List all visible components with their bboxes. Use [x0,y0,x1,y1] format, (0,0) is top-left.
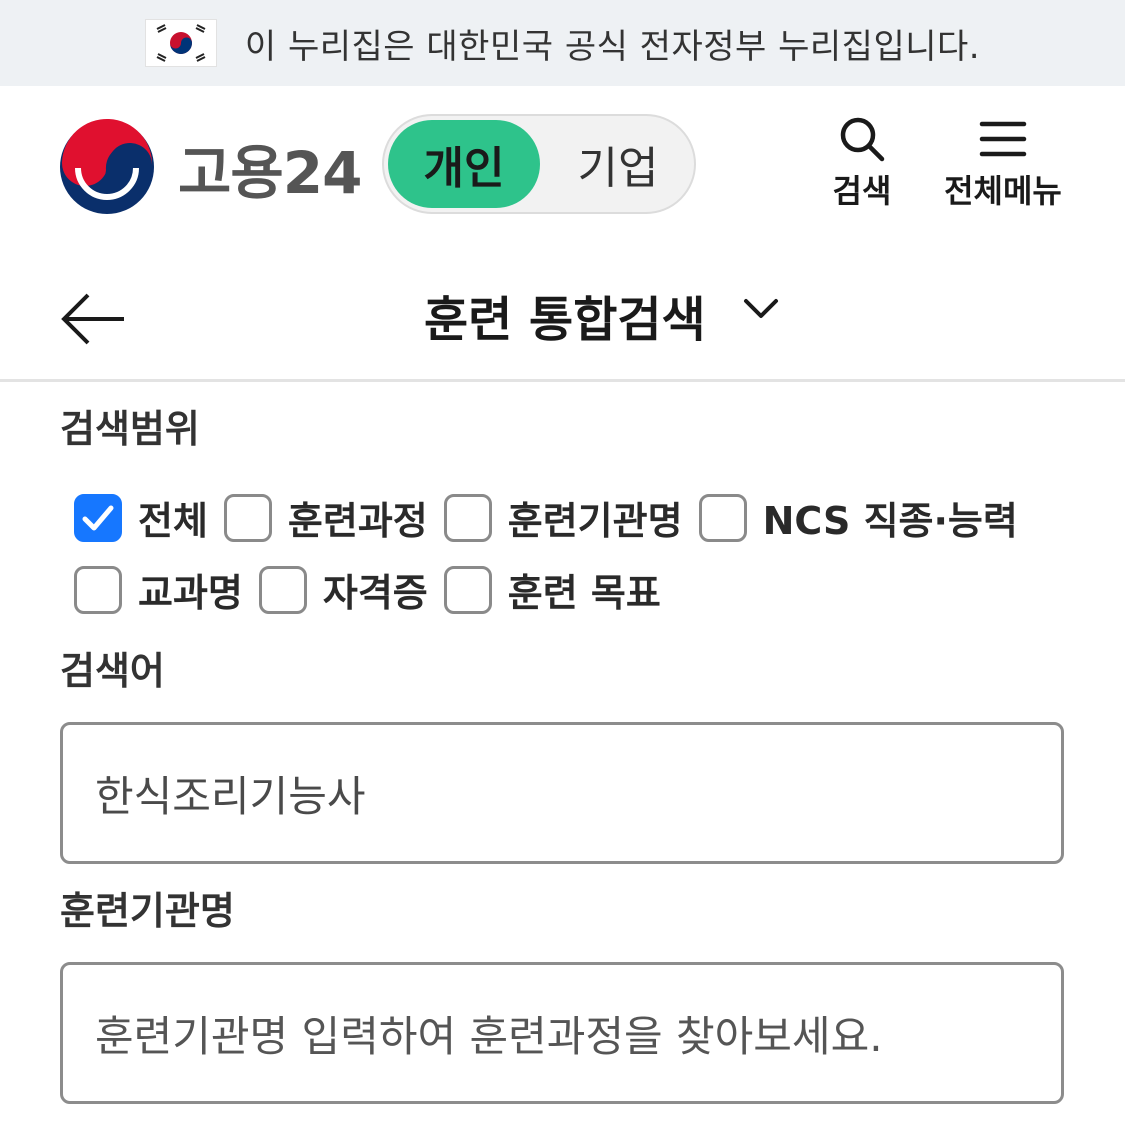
search-button[interactable]: 검색 [822,116,902,212]
chevron-down-icon[interactable] [742,296,780,326]
back-arrow-icon[interactable] [60,292,128,350]
checkbox-subject[interactable] [74,565,122,614]
page-title-bar: 훈련 통합검색 [0,246,1125,382]
checkmark-icon [82,505,114,530]
keyword-input[interactable]: 한식조리기능사 [60,722,1064,864]
gov-banner: 이 누리집은 대한민국 공식 전자정부 누리집입니다. [0,0,1125,86]
checkbox-certificate-label: 자격증 [322,571,428,615]
checkbox-ncs[interactable] [698,493,747,542]
page-title[interactable]: 훈련 통합검색 [424,280,706,350]
hamburger-icon [979,121,1027,157]
checkbox-goal-label: 훈련 목표 [507,571,661,615]
logo-text[interactable]: 고용24 [178,126,362,210]
user-type-toggle: 개인 기업 [382,114,696,214]
site-header: 고용24 개인 기업 검색 전체메뉴 [0,86,1125,246]
checkbox-all-label: 전체 [138,499,208,543]
all-menu-label: 전체메뉴 [944,172,1062,210]
checkbox-goal[interactable] [443,565,492,614]
institution-input[interactable]: 훈련기관명 입력하여 훈련과정을 찾아보세요. [60,962,1064,1104]
checkbox-all[interactable] [74,493,122,542]
checkbox-institution-label: 훈련기관명 [507,499,683,543]
checkbox-subject-label: 교과명 [138,571,243,615]
checkbox-course-label: 훈련과정 [287,499,428,543]
checkbox-institution[interactable] [443,493,492,542]
toggle-personal[interactable]: 개인 [388,120,540,208]
taegeuk-logo-icon[interactable] [58,118,156,216]
keyword-label: 검색어 [60,649,165,693]
korea-flag-icon [144,19,217,67]
checkbox-ncs-label: NCS 직종·능력 [762,499,1018,543]
search-scope-row-1: 전체 훈련과정 훈련기관명 NCS 직종·능력 [74,490,1034,545]
toggle-company[interactable]: 기업 [544,120,692,208]
search-scope-label: 검색범위 [60,407,200,451]
search-scope-row-2: 교과명 자격증 훈련 목표 [74,562,677,617]
search-icon [840,117,885,162]
checkbox-course[interactable] [223,493,272,542]
all-menu-button[interactable]: 전체메뉴 [936,116,1070,212]
checkbox-certificate[interactable] [258,565,307,614]
institution-label: 훈련기관명 [60,889,235,933]
gov-banner-text: 이 누리집은 대한민국 공식 전자정부 누리집입니다. [244,26,981,67]
search-label: 검색 [832,172,892,210]
